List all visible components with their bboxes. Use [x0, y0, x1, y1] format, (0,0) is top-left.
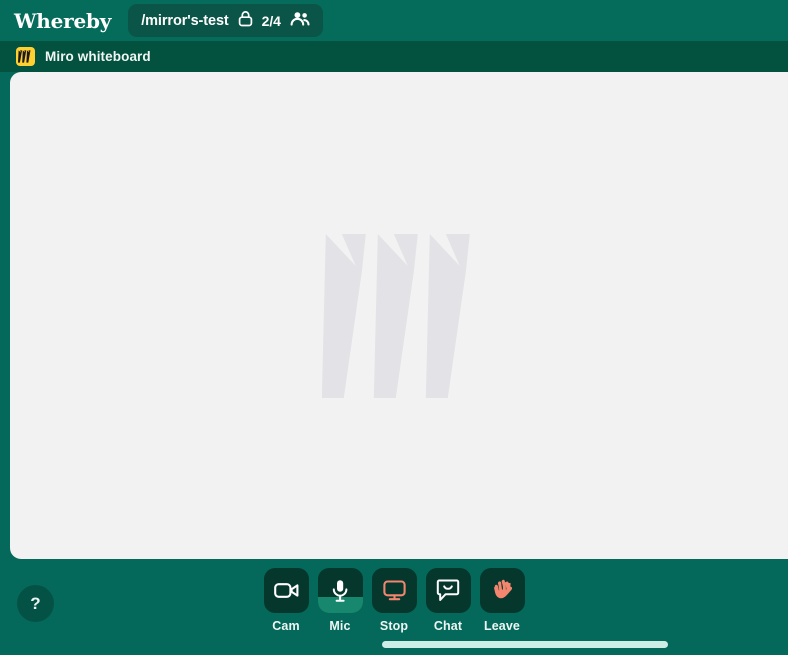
participant-count: 2/4 — [261, 12, 281, 29]
chat-toggle-button[interactable]: Chat — [425, 568, 471, 633]
camera-button-label: Cam — [272, 619, 300, 633]
microphone-button-surface[interactable] — [317, 568, 363, 613]
whereby-logo[interactable]: Whereby — [14, 11, 111, 31]
scrollbar-thumb[interactable] — [382, 641, 668, 648]
screenshare-stop-button[interactable]: Stop — [371, 568, 417, 633]
screenshare-button-label: Stop — [379, 619, 409, 633]
chat-button-surface[interactable] — [425, 568, 471, 613]
shared-app-header: Miro whiteboard — [0, 41, 788, 72]
miro-icon — [16, 47, 35, 66]
microphone-button-label: Mic — [329, 619, 351, 633]
screenshare-button-surface[interactable] — [371, 568, 417, 613]
leave-meeting-button[interactable]: Leave — [479, 568, 525, 633]
waving-hand-icon — [490, 578, 515, 603]
room-name-label: /mirror's-test — [141, 12, 229, 29]
lock-icon — [238, 10, 253, 31]
camera-button-surface[interactable] — [263, 568, 309, 613]
horizontal-scrollbar[interactable] — [382, 641, 668, 648]
chat-button-label: Chat — [433, 619, 463, 633]
video-camera-icon — [273, 582, 299, 599]
microphone-toggle-button[interactable]: Mic — [317, 568, 363, 633]
miro-whiteboard-canvas[interactable] — [10, 72, 788, 559]
miro-logo-watermark-icon — [321, 232, 482, 400]
people-icon — [290, 11, 310, 31]
shared-app-title: Miro whiteboard — [45, 49, 151, 64]
microphone-icon — [332, 579, 348, 603]
room-info-pill[interactable]: /mirror's-test 2/4 — [128, 4, 323, 37]
whereby-meeting-window: Whereby /mirror's-test 2/4 Miro whiteboa… — [0, 0, 788, 655]
meeting-controls-toolbar: Cam Mic Stop Chat Leave — [0, 568, 788, 633]
leave-button-surface[interactable] — [479, 568, 525, 613]
screen-share-icon — [382, 580, 406, 601]
top-bar: Whereby /mirror's-test 2/4 — [0, 0, 788, 41]
chat-bubble-icon — [436, 579, 460, 602]
camera-toggle-button[interactable]: Cam — [263, 568, 309, 633]
leave-button-label: Leave — [484, 619, 520, 633]
